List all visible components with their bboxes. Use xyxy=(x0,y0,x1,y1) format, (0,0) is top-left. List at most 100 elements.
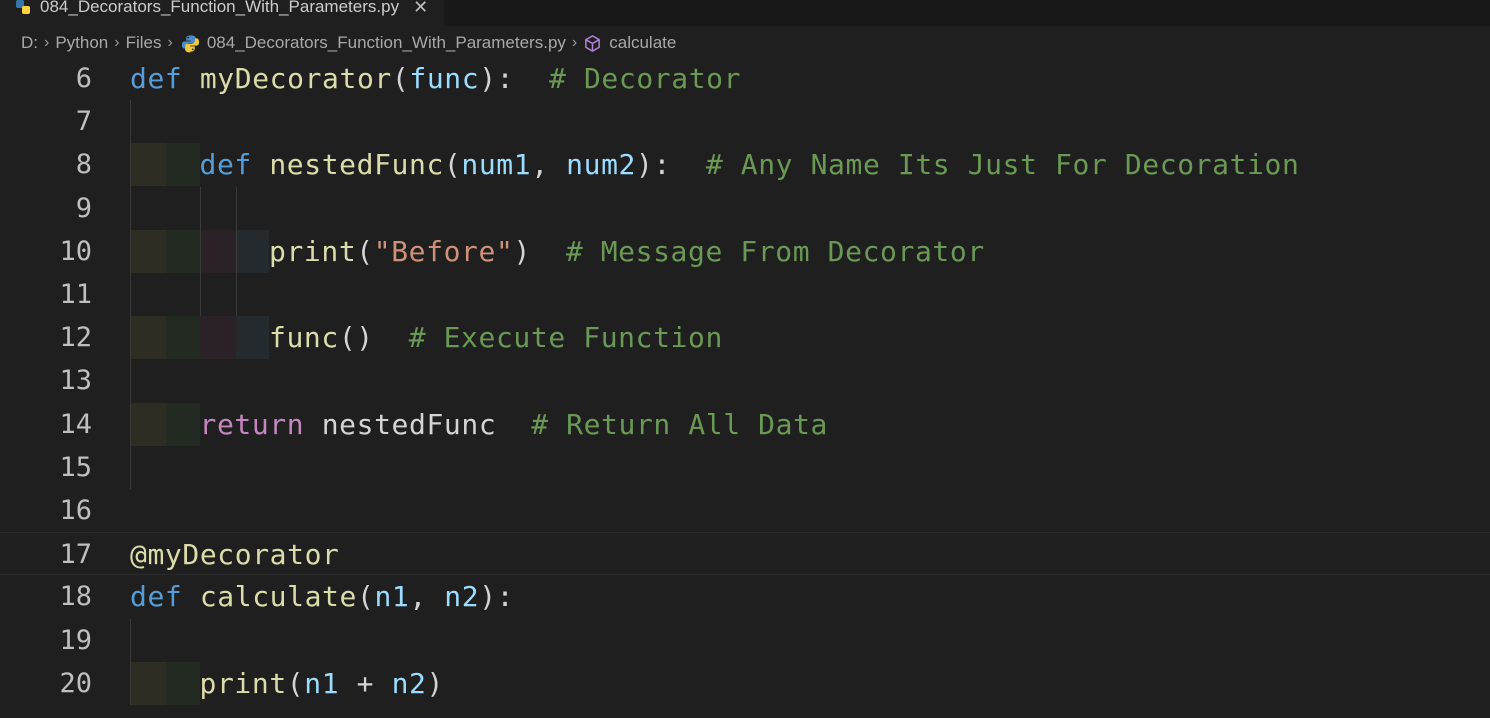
breadcrumb-file[interactable]: 084_Decorators_Function_With_Parameters.… xyxy=(207,33,566,53)
code-token: n2 xyxy=(444,580,480,614)
code-text: def calculate(n1, n2): xyxy=(130,575,514,618)
line-number: 13 xyxy=(59,365,92,397)
chevron-right-icon: › xyxy=(571,34,578,51)
code-line[interactable]: 7 xyxy=(0,100,1490,143)
code-token: calculate xyxy=(199,580,357,614)
code-line[interactable]: 10 print("Before") # Message From Decorat… xyxy=(0,229,1490,273)
code-token: n1 xyxy=(374,580,410,614)
code-token: print xyxy=(199,666,287,700)
code-token: func xyxy=(409,62,480,95)
breadcrumb-symbol[interactable]: calculate xyxy=(609,33,676,53)
line-number: 16 xyxy=(59,495,92,526)
line-number: 12 xyxy=(59,322,92,354)
code-token: num2 xyxy=(566,148,636,182)
line-number: 19 xyxy=(59,624,92,656)
breadcrumb-folder-python[interactable]: Python xyxy=(55,33,108,53)
indent-guide-highlight xyxy=(166,402,200,446)
code-token: def xyxy=(130,580,183,614)
tab-filename: 084_Decorators_Function_With_Parameters.… xyxy=(40,0,400,16)
code-token: n2 xyxy=(391,666,427,700)
code-editor[interactable]: 6 def myDecorator(func): # Decorator 7 8 def… xyxy=(0,57,1490,718)
code-token: # Any Name Its Just For Decoration xyxy=(705,148,1300,182)
code-token: + xyxy=(339,666,392,700)
indent-guide-highlight xyxy=(235,316,269,360)
code-line[interactable]: 12 func() # Execute Function xyxy=(0,316,1490,360)
line-number: 7 xyxy=(75,106,92,138)
code-line[interactable]: 11 xyxy=(0,273,1490,316)
python-file-icon xyxy=(16,0,30,14)
code-line[interactable]: 6 def myDecorator(func): # Decorator xyxy=(0,57,1490,100)
line-number: 11 xyxy=(59,279,92,310)
code-token: , xyxy=(409,580,445,614)
code-token: nestedFunc xyxy=(269,148,444,182)
code-line[interactable]: 20 print(n1 + n2) xyxy=(0,661,1490,705)
line-number: 6 xyxy=(75,63,92,94)
code-token: ): xyxy=(479,580,515,614)
code-token: print xyxy=(269,234,357,268)
indent-guide-highlight xyxy=(199,316,236,360)
code-line[interactable]: 14 return nestedFunc # Return All Data xyxy=(0,402,1490,446)
indent-guide-highlight xyxy=(199,229,236,273)
code-token: n1 xyxy=(304,666,340,700)
code-token: "Before" xyxy=(373,234,514,268)
editor-tab[interactable]: 084_Decorators_Function_With_Parameters.… xyxy=(0,0,445,26)
code-line[interactable]: 17 @myDecorator xyxy=(0,532,1490,576)
line-number: 20 xyxy=(59,667,92,699)
code-line[interactable]: 13 xyxy=(0,359,1490,402)
indent-guide-highlight xyxy=(166,143,200,187)
tab-bar: 084_Decorators_Function_With_Parameters.… xyxy=(0,0,1490,26)
indent-guide-line xyxy=(130,100,131,489)
code-line[interactable]: 19 xyxy=(0,619,1490,662)
indent-guide-line xyxy=(199,186,201,317)
indent-guide-line xyxy=(130,618,131,705)
code-token: ( xyxy=(443,148,462,182)
code-token: ): xyxy=(479,62,550,95)
code-text: def nestedFunc(num1, num2): # Any Name I… xyxy=(200,143,1300,186)
line-number: 9 xyxy=(75,192,92,224)
close-icon[interactable]: ✕ xyxy=(413,0,428,18)
indent-guide-highlight xyxy=(166,229,200,273)
line-number: 10 xyxy=(59,235,92,267)
indent-guide-highlight xyxy=(130,316,166,360)
code-token: ) xyxy=(513,234,566,268)
chevron-right-icon: › xyxy=(167,34,173,51)
code-line[interactable]: 18 def calculate(n1, n2): xyxy=(0,575,1490,618)
code-line[interactable]: 16 xyxy=(0,489,1490,532)
code-token: @myDecorator xyxy=(130,538,340,572)
code-token: ( xyxy=(286,666,305,700)
indent-guide-highlight xyxy=(130,661,166,705)
code-token: ( xyxy=(356,580,375,614)
code-token: # Execute Function xyxy=(408,321,723,355)
code-token: myDecorator xyxy=(199,62,392,95)
indent-guide-highlight xyxy=(130,229,166,273)
code-token: () xyxy=(338,321,409,355)
code-text: print("Before") # Message From Decorator xyxy=(269,230,985,273)
editor-window: 084_Decorators_Function_With_Parameters.… xyxy=(0,0,1490,718)
line-number: 14 xyxy=(59,408,92,440)
breadcrumb-folder-files[interactable]: Files xyxy=(126,33,162,53)
indent-guide-line xyxy=(235,186,237,317)
code-token: return xyxy=(199,407,305,441)
indent-guide-highlight xyxy=(166,316,200,360)
chevron-right-icon: › xyxy=(44,34,50,51)
code-token: ) xyxy=(426,666,444,700)
indent-guide-highlight xyxy=(130,143,166,187)
code-line[interactable]: 8 def nestedFunc(num1, num2): # Any Name … xyxy=(0,143,1490,187)
code-text: print(n1 + n2) xyxy=(200,662,444,705)
breadcrumb-drive[interactable]: D: xyxy=(21,33,38,53)
code-text: return nestedFunc # Return All Data xyxy=(200,403,829,446)
code-line[interactable]: 15 xyxy=(0,446,1490,489)
code-text: func() # Execute Function xyxy=(269,316,723,359)
code-text: @myDecorator xyxy=(130,533,340,576)
chevron-right-icon: › xyxy=(114,34,120,51)
code-token: # Decorator xyxy=(549,62,742,95)
code-text: def myDecorator(func): # Decorator xyxy=(130,57,741,100)
line-number: 18 xyxy=(59,581,92,613)
code-token: ( xyxy=(356,234,374,268)
code-line[interactable]: 9 xyxy=(0,187,1490,230)
code-token: def xyxy=(199,148,252,182)
code-token: # Message From Decorator xyxy=(565,234,985,268)
line-number: 8 xyxy=(75,149,92,181)
